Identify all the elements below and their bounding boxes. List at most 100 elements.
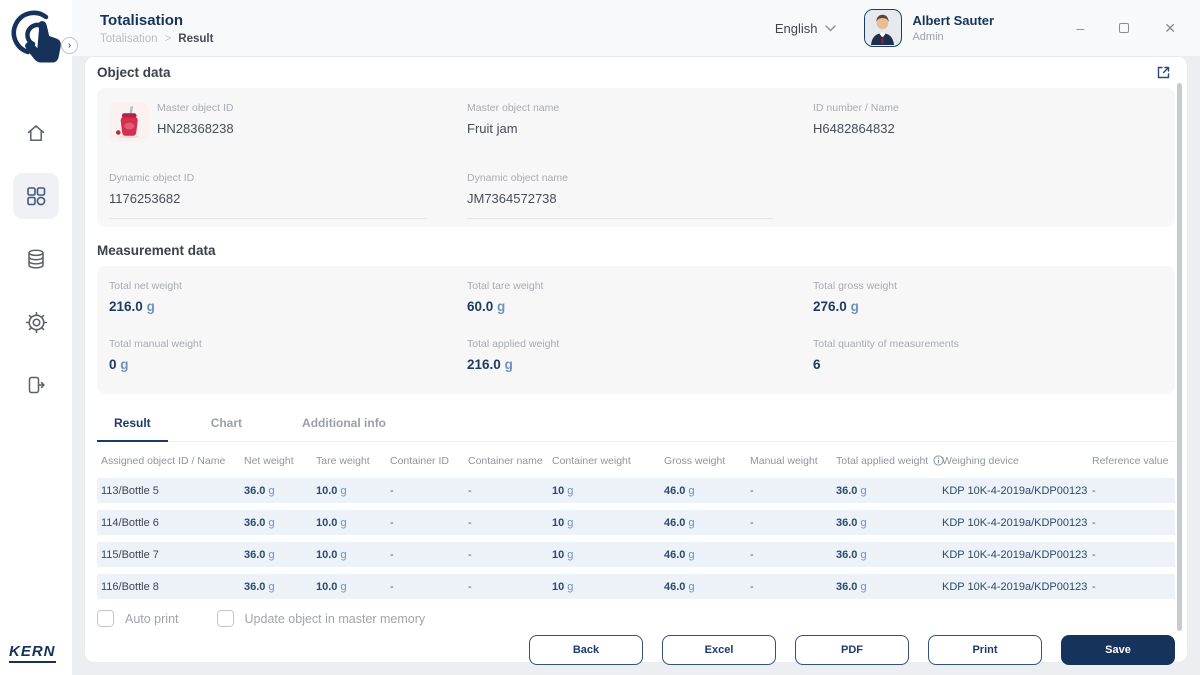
tab-result[interactable]: Result [97, 408, 168, 442]
table-cell: - [1088, 581, 1175, 593]
sidebar-nav [0, 110, 72, 408]
table-header-row: Assigned object ID / NameNet weightTare … [97, 442, 1175, 478]
checkbox-box[interactable] [217, 610, 234, 627]
table-cell: - [464, 485, 548, 497]
table-cell: - [464, 549, 548, 561]
field-total-quantity: Total quantity of measurements 6 [813, 338, 1163, 372]
field-label: Total net weight [109, 280, 467, 292]
table-cell: 46.0 g [660, 485, 746, 497]
field-label: Total gross weight [813, 280, 1163, 292]
user-name: Albert Sauter [912, 13, 1008, 28]
table-cell: 36.0 g [240, 485, 312, 497]
table-cell: 10.0 g [312, 485, 386, 497]
chevron-down-icon [825, 25, 836, 32]
table-cell: - [1088, 517, 1175, 529]
field-label: Total manual weight [109, 338, 467, 350]
table-cell: 10.0 g [312, 517, 386, 529]
field-label: Total applied weight [467, 338, 813, 350]
column-header: Total applied weight [832, 455, 938, 469]
tab-chart[interactable]: Chart [194, 408, 259, 442]
sidebar-item-apps[interactable] [13, 173, 59, 219]
object-image [109, 102, 149, 142]
table-row[interactable]: 113/Bottle 536.0 g10.0 g--10 g46.0 g-36.… [97, 478, 1175, 503]
column-header: Gross weight [660, 455, 746, 469]
pdf-button[interactable]: PDF [795, 635, 909, 665]
object-data-panel: Master object ID HN28368238 Master objec… [97, 88, 1175, 227]
results-table: Assigned object ID / NameNet weightTare … [97, 442, 1175, 606]
table-row[interactable]: 114/Bottle 636.0 g10.0 g--10 g46.0 g-36.… [97, 510, 1175, 535]
kern-brand-logo: KERN [9, 643, 56, 663]
excel-button[interactable]: Excel [662, 635, 776, 665]
column-header: Tare weight [312, 455, 386, 469]
print-button[interactable]: Print [928, 635, 1042, 665]
field-value: 216.0 g [467, 357, 813, 372]
expand-icon [1156, 65, 1171, 80]
table-cell: 113/Bottle 5 [97, 485, 240, 497]
back-button[interactable]: Back [529, 635, 643, 665]
field-label: Dynamic object name [467, 172, 773, 184]
maximize-button[interactable] [1119, 23, 1129, 33]
table-cell: 116/Bottle 8 [97, 581, 240, 593]
sidebar-item-logout[interactable] [13, 362, 59, 408]
tab-additional-info[interactable]: Additional info [285, 408, 403, 442]
window-controls: – ✕ [1076, 21, 1176, 35]
app-window: › [0, 0, 1200, 675]
avatar[interactable] [864, 9, 902, 47]
table-cell: 36.0 g [832, 549, 938, 561]
sidebar-item-database[interactable] [13, 236, 59, 282]
field-total-tare-weight: Total tare weight 60.0 g [467, 280, 813, 314]
table-cell: 36.0 g [240, 581, 312, 593]
sidebar-expand-button[interactable]: › [61, 37, 78, 54]
table-cell: 36.0 g [832, 581, 938, 593]
field-value: 276.0 g [813, 299, 1163, 314]
breadcrumb-parent[interactable]: Totalisation [100, 33, 158, 45]
action-buttons: Back Excel PDF Print Save [97, 635, 1175, 665]
field-value: HN28368238 [157, 121, 234, 136]
table-cell: 46.0 g [660, 517, 746, 529]
language-selector[interactable]: English [775, 21, 837, 36]
field-dynamic-object-id: Dynamic object ID 1176253682 [109, 172, 427, 219]
table-cell: - [746, 517, 832, 529]
table-cell: 10 g [548, 485, 660, 497]
save-button[interactable]: Save [1061, 635, 1175, 665]
close-button[interactable]: ✕ [1164, 21, 1176, 35]
table-cell: KDP 10K-4-2019a/KDP001232 [938, 517, 1088, 529]
measurement-data-panel: Total net weight 216.0 g Total tare weig… [97, 266, 1175, 394]
user-info[interactable]: Albert Sauter Admin [912, 13, 1008, 43]
table-row[interactable]: 115/Bottle 736.0 g10.0 g--10 g46.0 g-36.… [97, 542, 1175, 567]
column-header: Net weight [240, 455, 312, 469]
table-cell: 36.0 g [832, 485, 938, 497]
sidebar-item-home[interactable] [13, 110, 59, 156]
field-value: 1176253682 [109, 191, 427, 206]
table-cell: 36.0 g [240, 549, 312, 561]
field-id-number-name: ID number / Name H6482864832 [813, 102, 1163, 152]
table-cell: 10 g [548, 549, 660, 561]
database-icon [25, 248, 47, 270]
column-header: Container name [464, 455, 548, 469]
column-header: Container weight [548, 455, 660, 469]
logout-icon [25, 374, 47, 396]
field-value: JM7364572738 [467, 191, 773, 206]
checkbox-box[interactable] [97, 610, 114, 627]
vertical-scrollbar[interactable] [1177, 83, 1182, 631]
field-label: Dynamic object ID [109, 172, 427, 184]
expand-view-button[interactable] [1156, 65, 1171, 83]
jam-jar-icon [114, 105, 144, 139]
table-cell: KDP 10K-4-2019a/KDP001232 [938, 485, 1088, 497]
table-row[interactable]: 116/Bottle 836.0 g10.0 g--10 g46.0 g-36.… [97, 574, 1175, 599]
table-cell: KDP 10K-4-2019a/KDP001232 [938, 581, 1088, 593]
table-cell: - [386, 485, 464, 497]
breadcrumb-separator: > [165, 33, 172, 45]
breadcrumb: Totalisation>Result [100, 33, 213, 45]
field-value: H6482864832 [813, 121, 1163, 136]
table-cell: 36.0 g [240, 517, 312, 529]
sidebar-item-settings[interactable] [13, 299, 59, 345]
minimize-button[interactable]: – [1076, 21, 1084, 35]
field-label: Total quantity of measurements [813, 338, 1163, 350]
checkbox-label: Auto print [125, 612, 179, 626]
table-cell: - [386, 517, 464, 529]
checkbox-auto-print[interactable]: Auto print [97, 610, 179, 627]
field-master-object-id: Master object ID HN28368238 [109, 102, 467, 152]
checkbox-update-master-memory[interactable]: Update object in master memory [217, 610, 426, 627]
page-title: Totalisation [100, 12, 213, 29]
